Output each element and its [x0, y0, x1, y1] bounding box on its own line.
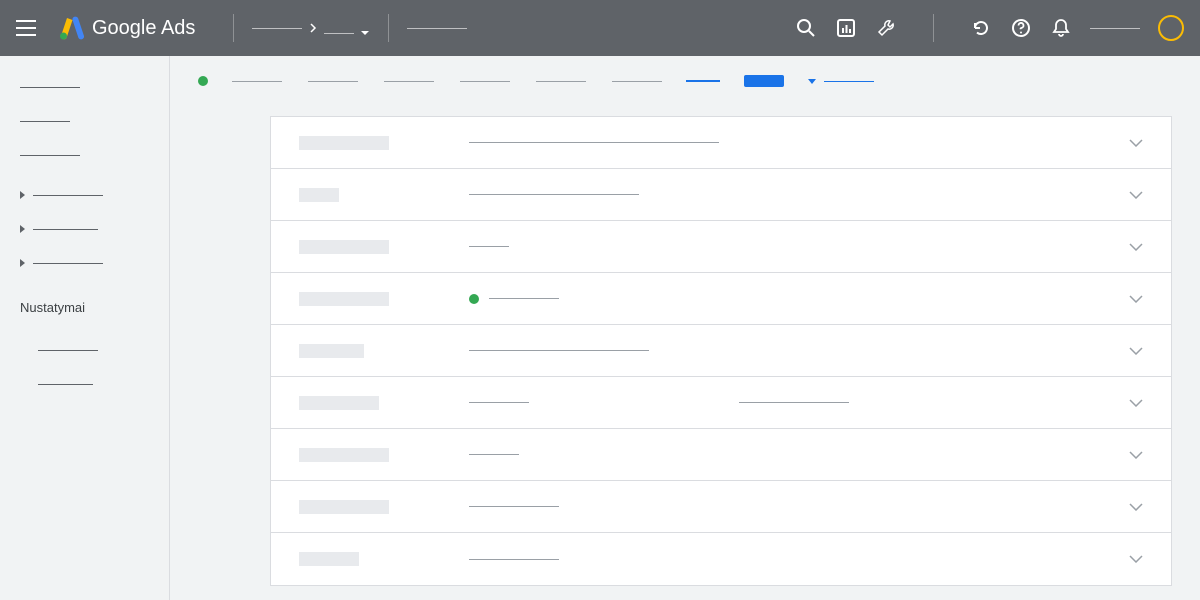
- row-label: [299, 396, 469, 410]
- row-label: [299, 188, 469, 202]
- settings-row[interactable]: [271, 377, 1171, 429]
- help-icon[interactable]: [1010, 17, 1032, 39]
- row-value: [469, 194, 1129, 195]
- sidebar-expandable-item[interactable]: [20, 252, 169, 274]
- active-tab-pill: [744, 75, 784, 87]
- caret-right-icon: [20, 191, 25, 199]
- chevron-down-icon: [1129, 394, 1143, 412]
- sidebar-item[interactable]: [20, 144, 169, 166]
- tab-item[interactable]: [460, 81, 510, 82]
- refresh-icon[interactable]: [970, 17, 992, 39]
- chevron-down-icon: [1129, 186, 1143, 204]
- row-label: [299, 552, 469, 566]
- tab-item[interactable]: [612, 81, 662, 82]
- row-value: [469, 454, 1129, 455]
- row-value: [469, 294, 1129, 304]
- row-label: [299, 448, 469, 462]
- campaign-selector[interactable]: [407, 28, 467, 29]
- row-label: [299, 292, 469, 306]
- tab-item[interactable]: [232, 81, 282, 82]
- settings-row[interactable]: [271, 533, 1171, 585]
- active-tab-underline[interactable]: [686, 80, 720, 82]
- account-selector[interactable]: [252, 20, 370, 36]
- row-label: [299, 344, 469, 358]
- account-link[interactable]: [1090, 28, 1140, 29]
- sidebar-nav: Nustatymai: [0, 56, 170, 600]
- main-content: [170, 56, 1200, 600]
- row-value: [469, 246, 1129, 247]
- notifications-icon[interactable]: [1050, 17, 1072, 39]
- chevron-down-icon: [1129, 446, 1143, 464]
- sidebar-item-settings[interactable]: Nustatymai: [20, 294, 169, 321]
- settings-row[interactable]: [271, 325, 1171, 377]
- row-label: [299, 500, 469, 514]
- divider: [388, 14, 389, 42]
- sidebar-item[interactable]: [20, 339, 169, 361]
- caret-right-icon: [20, 259, 25, 267]
- product-name: Google Ads: [92, 17, 195, 40]
- settings-row[interactable]: [271, 117, 1171, 169]
- hamburger-menu-icon[interactable]: [16, 16, 40, 40]
- status-indicator-icon: [198, 76, 208, 86]
- sidebar-expandable-item[interactable]: [20, 218, 169, 240]
- user-avatar[interactable]: [1158, 15, 1184, 41]
- settings-row[interactable]: [271, 429, 1171, 481]
- search-icon[interactable]: [795, 17, 817, 39]
- tab-item[interactable]: [308, 81, 358, 82]
- row-value: [469, 506, 1129, 507]
- chevron-down-icon: [1129, 238, 1143, 256]
- reports-icon[interactable]: [835, 17, 857, 39]
- settings-row[interactable]: [271, 169, 1171, 221]
- sidebar-item[interactable]: [20, 76, 169, 98]
- ads-logo-icon: [58, 16, 84, 40]
- caret-right-icon: [20, 225, 25, 233]
- chevron-down-icon: [1129, 290, 1143, 308]
- sidebar-expandable-item[interactable]: [20, 184, 169, 206]
- tab-more[interactable]: [744, 75, 784, 87]
- row-label: [299, 240, 469, 254]
- row-label: [299, 136, 469, 150]
- row-value: [469, 142, 1129, 143]
- tools-icon[interactable]: [875, 17, 897, 39]
- caret-down-icon: [808, 79, 816, 84]
- chevron-down-icon: [1129, 550, 1143, 568]
- caret-down-icon: [360, 30, 370, 36]
- row-value: [469, 350, 1129, 351]
- settings-row[interactable]: [271, 481, 1171, 533]
- header-bar: Google Ads: [0, 0, 1200, 56]
- sidebar-item[interactable]: [20, 110, 169, 132]
- campaign-subheader: [170, 56, 1200, 106]
- chevron-down-icon: [1129, 498, 1143, 516]
- tab-item[interactable]: [536, 81, 586, 82]
- row-value: [469, 402, 1129, 403]
- status-indicator-icon: [469, 294, 479, 304]
- chevron-right-icon: [308, 23, 318, 33]
- settings-row[interactable]: [271, 221, 1171, 273]
- header-right-tools: [795, 14, 1184, 42]
- tab-item[interactable]: [384, 81, 434, 82]
- settings-panel: [270, 116, 1172, 586]
- divider: [233, 14, 234, 42]
- sidebar-item[interactable]: [20, 373, 169, 395]
- chevron-down-icon: [1129, 342, 1143, 360]
- chevron-down-icon: [1129, 134, 1143, 152]
- divider: [933, 14, 934, 42]
- settings-row[interactable]: [271, 273, 1171, 325]
- tab-dropdown[interactable]: [808, 79, 874, 84]
- row-value: [469, 559, 1129, 560]
- google-ads-logo[interactable]: Google Ads: [58, 16, 195, 40]
